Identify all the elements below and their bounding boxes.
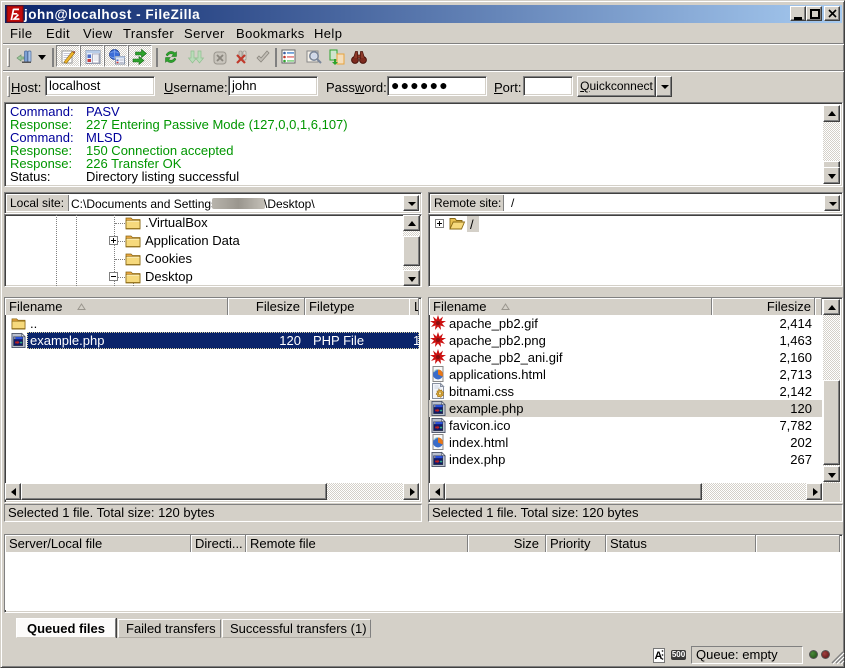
svg-text:A: A (655, 650, 663, 662)
